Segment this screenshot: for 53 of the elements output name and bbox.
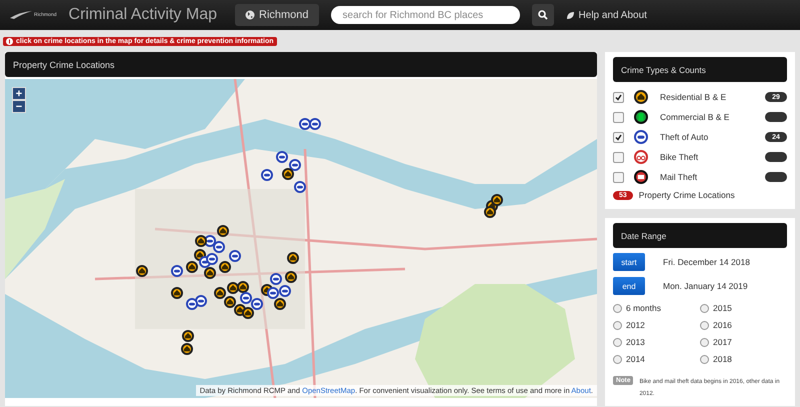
period-option-label[interactable]: 2018 [713, 354, 732, 364]
location-button[interactable]: Richmond [235, 4, 319, 26]
period-option-label[interactable]: 2015 [713, 303, 732, 313]
total-label: Property Crime Locations [638, 190, 735, 200]
radio-button[interactable] [613, 338, 622, 346]
radio-button[interactable] [700, 304, 709, 312]
commercial-crime-icon [634, 110, 648, 124]
app-title: Criminal Activity Map [68, 6, 217, 24]
zoom-in-button[interactable]: + [12, 87, 26, 100]
start-button[interactable]: start [613, 253, 645, 271]
help-link[interactable]: Help and About [566, 10, 647, 20]
leaf-icon [566, 10, 575, 20]
crime-type-label: Theft of Auto [660, 132, 710, 142]
checkbox[interactable] [613, 172, 624, 182]
search-icon [538, 10, 548, 20]
count-badge [765, 152, 787, 162]
checkbox[interactable] [613, 112, 624, 122]
count-badge [765, 172, 787, 182]
crime-type-label: Residential B & E [660, 92, 728, 102]
radio-button[interactable] [700, 354, 709, 364]
period-option-label[interactable]: 2012 [626, 320, 645, 330]
search-button[interactable] [532, 4, 554, 26]
swoosh-logo-icon [10, 10, 32, 20]
period-option-label[interactable]: 2014 [626, 354, 645, 364]
map-drawing[interactable] [5, 79, 597, 398]
end-button[interactable]: end [613, 277, 645, 295]
period-option-label[interactable]: 2013 [626, 337, 645, 347]
checkbox[interactable] [613, 152, 624, 162]
radio-button[interactable] [613, 304, 622, 312]
radio-button[interactable] [700, 320, 709, 330]
start-date: Fri. December 14 2018 [663, 257, 750, 267]
radio-button[interactable] [700, 338, 709, 346]
period-option-label[interactable]: 6 months [626, 303, 661, 313]
crime-type-label: Mail Theft [660, 172, 698, 182]
mail-crime-icon [634, 170, 648, 184]
checkbox[interactable] [613, 132, 624, 142]
card-header: Date Range [613, 223, 787, 248]
zoom-out-button[interactable]: − [12, 100, 26, 113]
map-panel-header: Property Crime Locations [5, 52, 597, 77]
period-option-label[interactable]: 2016 [713, 320, 732, 330]
crime-type-label: Commercial B & E [660, 112, 730, 122]
card-header: Crime Types & Counts [613, 57, 787, 82]
radio-button[interactable] [613, 354, 622, 364]
search-field[interactable]: search for Richmond BC places [330, 6, 520, 24]
residential-crime-icon [634, 90, 648, 104]
period-option-label[interactable]: 2017 [713, 337, 732, 347]
checkbox[interactable] [613, 92, 624, 102]
end-date: Mon. January 14 2019 [663, 281, 748, 291]
crime-type-label: Bike Theft [660, 152, 700, 162]
auto-crime-icon [634, 130, 648, 144]
count-badge [765, 112, 787, 122]
bike-crime-icon [634, 150, 648, 164]
radio-button[interactable] [613, 320, 622, 330]
